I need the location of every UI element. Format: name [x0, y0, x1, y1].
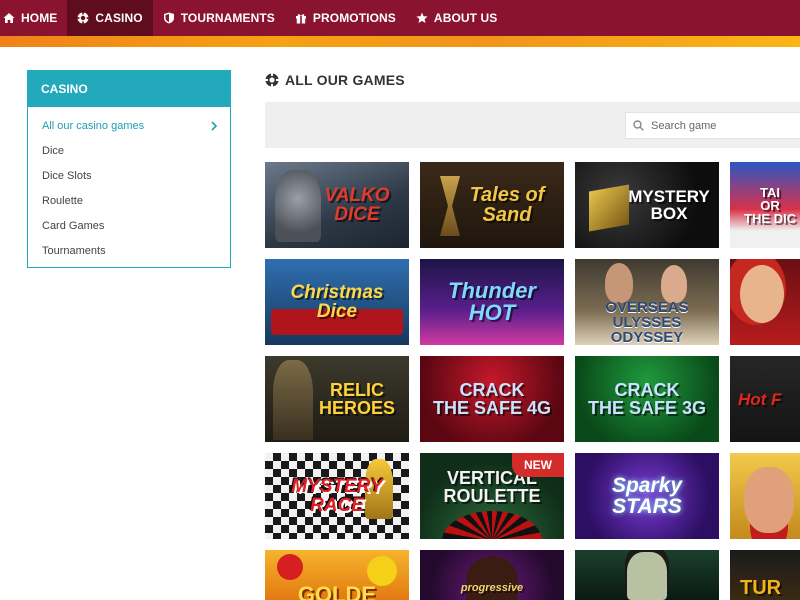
game-tile-christmas-dice[interactable]: Christmas Dice	[265, 259, 409, 345]
nav-about-us-label: ABOUT US	[433, 11, 498, 25]
game-tile-hot-fruits[interactable]: Hot F	[730, 356, 800, 442]
game-tile-tales-of-sand[interactable]: Tales of Sand	[420, 162, 564, 248]
sidebar-item-label: Dice Slots	[42, 169, 92, 182]
nav-tournaments-label: TOURNAMENTS	[180, 11, 275, 25]
shield-icon	[163, 12, 174, 24]
game-title: MYSTERY RACE	[291, 476, 383, 516]
page-title-text: ALL OUR GAMES	[285, 72, 405, 88]
page-title: ALL OUR GAMES	[265, 72, 405, 88]
game-tile-valko-dice[interactable]: VALKO DICE	[265, 162, 409, 248]
sidebar-title: CASINO	[28, 71, 230, 107]
game-tile-thunder-hot[interactable]: Thunder HOT	[420, 259, 564, 345]
game-title: VALKO DICE	[324, 185, 390, 225]
nav-casino[interactable]: CASINO	[67, 0, 153, 36]
sidebar-item-all-games[interactable]: All our casino games	[28, 113, 230, 138]
nav-about-us[interactable]: ABOUT US	[406, 0, 507, 36]
game-tile-sparky-stars[interactable]: Sparky STARS	[575, 453, 719, 539]
game-tile-vertical-roulette[interactable]: NEW VERTICAL ROULETTE	[420, 453, 564, 539]
casino-sidebar: CASINO All our casino games Dice Dice Sl…	[27, 70, 231, 268]
sidebar-item-card-games[interactable]: Card Games	[28, 213, 230, 238]
casino-chip-icon	[265, 73, 279, 87]
game-title: Sparky STARS	[611, 474, 683, 518]
game-title: Hot F	[738, 389, 782, 409]
game-tile-gold-rush[interactable]: GOLDE	[265, 550, 409, 600]
game-tile-19[interactable]	[575, 550, 719, 600]
game-title: CRACK THE SAFE 4G	[432, 380, 552, 418]
game-title: TUR	[740, 577, 782, 599]
game-title: TAI OR THE DIC	[744, 184, 796, 226]
nav-promotions[interactable]: PROMOTIONS	[285, 0, 406, 36]
star-icon	[416, 12, 428, 23]
sidebar-item-label: Roulette	[42, 194, 83, 207]
game-tile-mystery-race[interactable]: MYSTERY RACE	[265, 453, 409, 539]
game-tile-turbo[interactable]: TUR	[730, 550, 800, 600]
sidebar-menu: All our casino games Dice Dice Slots Rou…	[28, 107, 230, 263]
game-tile-relic-heroes[interactable]: RELIC HEROES	[265, 356, 409, 442]
game-tile-overseas[interactable]: OVERSEAS ULYSSES ODYSSEY	[575, 259, 719, 345]
nav-promotions-label: PROMOTIONS	[312, 11, 396, 25]
sidebar-item-tournaments[interactable]: Tournaments	[28, 238, 230, 263]
search-field	[625, 112, 800, 139]
sidebar-item-label: Card Games	[42, 219, 105, 232]
nav-tournaments[interactable]: TOURNAMENTS	[153, 0, 285, 36]
sidebar-item-roulette[interactable]: Roulette	[28, 188, 230, 213]
game-tile-8[interactable]	[730, 259, 800, 345]
home-icon	[3, 13, 15, 23]
sidebar-item-label: Tournaments	[42, 244, 106, 257]
search-bar	[265, 102, 800, 148]
nav-casino-label: CASINO	[95, 11, 143, 25]
game-title: Christmas Dice	[290, 282, 384, 322]
sidebar-item-dice-slots[interactable]: Dice Slots	[28, 163, 230, 188]
casino-chip-icon	[77, 12, 89, 24]
header-accent-stripe	[0, 36, 800, 47]
game-tile-progressive-roulette[interactable]: progressive	[420, 550, 564, 600]
game-tile-take-the-orb[interactable]: TAI OR THE DIC	[730, 162, 800, 248]
search-input[interactable]	[651, 119, 791, 132]
game-title: OVERSEAS ULYSSES ODYSSEY	[605, 298, 689, 345]
game-title: RELIC HEROES	[318, 380, 396, 418]
game-tile-crack-the-safe-4g[interactable]: CRACK THE SAFE 4G	[420, 356, 564, 442]
game-title: Tales of Sand	[469, 184, 545, 226]
game-title: CRACK THE SAFE 3G	[587, 380, 707, 418]
gift-icon	[295, 14, 306, 24]
game-tile-16[interactable]	[730, 453, 800, 539]
sidebar-item-label: Dice	[42, 144, 65, 157]
sidebar-item-dice[interactable]: Dice	[28, 138, 230, 163]
game-title: GOLDE	[297, 582, 377, 600]
nav-home-label: HOME	[21, 11, 58, 25]
nav-home[interactable]: HOME	[0, 0, 67, 36]
top-navigation: HOME CASINO TOURNAMENTS PROMOTIONS ABOUT…	[0, 0, 800, 36]
game-title: Thunder HOT	[448, 278, 536, 325]
sidebar-item-label: All our casino games	[42, 119, 145, 132]
game-tile-mystery-box[interactable]: MYSTERY BOX	[575, 162, 719, 248]
new-badge: NEW	[512, 453, 564, 477]
game-title: MYSTERY BOX	[628, 187, 710, 223]
search-icon	[633, 120, 644, 131]
chevron-right-icon	[211, 120, 218, 131]
game-tile-crack-the-safe-3g[interactable]: CRACK THE SAFE 3G	[575, 356, 719, 442]
game-title: progressive	[460, 582, 524, 594]
